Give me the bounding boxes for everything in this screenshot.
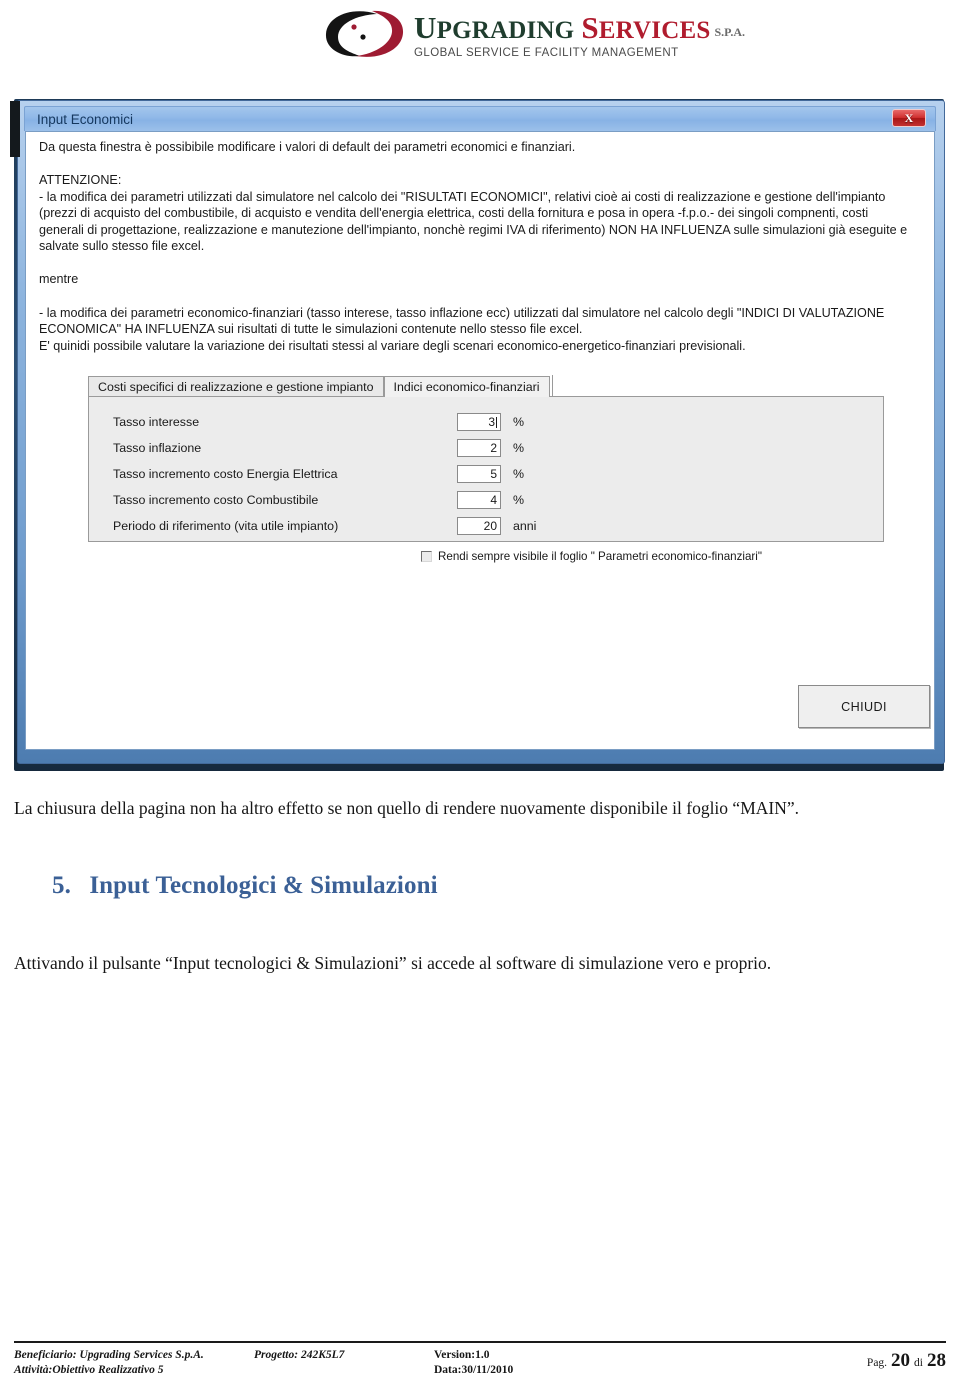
warning-line: generali di progettazione, realizzazione… [39, 222, 908, 237]
window-left-edge-accent [10, 101, 20, 157]
logo-word-upgrading: UPGRADING [414, 9, 575, 45]
footer-page-number: Pag. 20 di 28 [867, 1348, 946, 1372]
footer-beneficiario-column: Beneficiario: Upgrading Services S.p.A. … [14, 1348, 254, 1378]
label-periodo-riferimento: Periodo di riferimento (vita utile impia… [113, 519, 339, 533]
input-tasso-interesse[interactable]: 3 [457, 413, 501, 431]
logo-word-services: SERVICES [581, 9, 711, 45]
page-footer: Beneficiario: Upgrading Services S.p.A. … [14, 1348, 946, 1378]
footer-page-total: 28 [927, 1350, 946, 1371]
unit-tasso-inflazione: % [513, 441, 525, 455]
footer-data: Data:30/11/2010 [434, 1364, 514, 1376]
second-note-line: - la modifica dei parametri economico-fi… [39, 305, 885, 320]
label-incremento-energia-elettrica: Tasso incremento costo Energia Elettrica [113, 467, 338, 481]
form-row-combustibile: Tasso incremento costo Combustibile 4 % [89, 487, 885, 513]
warning-heading: ATTENZIONE: [39, 173, 122, 188]
unit-periodo-riferimento: anni [513, 519, 537, 533]
warning-line: (prezzi di acquisto del combustibile, di… [39, 206, 869, 221]
swoosh-logo-icon [325, 10, 404, 57]
close-icon[interactable]: X [892, 109, 926, 127]
paragraph-attivando: Attivando il pulsante “Input tecnologici… [14, 953, 772, 973]
input-incremento-combustibile[interactable]: 4 [457, 491, 501, 509]
footer-version: Version:1.0 [434, 1349, 490, 1361]
form-row-tasso-interesse: Tasso interesse 3 % [89, 409, 885, 435]
logo-wordmark: UPGRADING SERVICES S.P.A. GLOBAL SERVICE E… [414, 12, 745, 59]
dialog-client-area: Da questa finestra è possibibile modific… [25, 131, 935, 750]
tab-panel-indici: Tasso interesse 3 % Tasso inflazione 2 %… [88, 396, 884, 542]
unit-incremento-energia-elettrica: % [513, 467, 525, 481]
company-logo: UPGRADING SERVICES S.P.A. GLOBAL SERVICE E… [322, 8, 745, 62]
footer-page-prefix: Pag. [866, 1357, 888, 1369]
tab-indici-economico-finanziari[interactable]: Indici economico-finanziari [383, 376, 550, 397]
unit-incremento-combustibile: % [513, 493, 525, 507]
second-note-line: ECONOMICA" HA INFLUENZA sui risultati di… [39, 322, 583, 337]
form-row-tasso-inflazione: Tasso inflazione 2 % [89, 435, 885, 461]
heading-text: Input Tecnologici & Simulazioni [89, 872, 438, 899]
page-header-logo-band: UPGRADING SERVICES S.P.A. GLOBAL SERVICE E… [0, 0, 960, 78]
logo-suffix: S.P.A. [714, 24, 746, 39]
dialog-title: Input Economici [37, 111, 134, 127]
checkbox-label-rendi-visibile: Rendi sempre visibile il foglio " Parame… [438, 550, 762, 563]
tab-bar: Costi specifici di realizzazione e gesti… [88, 375, 553, 397]
label-tasso-interesse: Tasso interesse [113, 415, 200, 429]
logo-tagline: GLOBAL SERVICE E FACILITY MANAGEMENT [414, 46, 679, 59]
footer-divider [14, 1341, 946, 1343]
tab-costi-specifici[interactable]: Costi specifici di realizzazione e gesti… [88, 376, 384, 397]
tab-strip-end [550, 375, 553, 397]
input-tasso-inflazione[interactable]: 2 [457, 439, 501, 457]
second-note-line: E' quinidi possibile valutare la variazi… [39, 338, 746, 353]
unit-tasso-interesse: % [513, 415, 525, 429]
input-incremento-energia-elettrica[interactable]: 5 [457, 465, 501, 483]
checkbox-row-rendi-visibile[interactable]: Rendi sempre visibile il foglio " Parame… [421, 550, 762, 563]
heading-number: 5. [52, 872, 71, 899]
chiudi-button[interactable]: CHIUDI [798, 685, 930, 728]
dialog-description: Da questa finestra è possibibile modific… [39, 139, 923, 354]
footer-progetto-column: Progetto: 242K5L7 [254, 1348, 434, 1363]
dialog-titlebar[interactable]: Input Economici X [24, 106, 936, 131]
footer-page-current: 20 [891, 1350, 911, 1371]
label-tasso-inflazione: Tasso inflazione [113, 441, 202, 455]
form-row-energia-elettrica: Tasso incremento costo Energia Elettrica… [89, 461, 885, 487]
footer-progetto: Progetto: 242K5L7 [254, 1349, 345, 1361]
footer-beneficiario: Beneficiario: Upgrading Services S.p.A. [14, 1349, 204, 1361]
warning-line: - la modifica dei parametri utilizzati d… [39, 189, 886, 204]
footer-page-separator: di [914, 1357, 923, 1369]
footer-version-column: Version:1.0 Data:30/11/2010 [434, 1348, 734, 1378]
warning-line: salvate sullo stesso file excel. [39, 239, 205, 254]
mentre-text: mentre [39, 272, 79, 287]
footer-attivita: Attività:Obiettivo Realizzativo 5 [14, 1364, 164, 1376]
paragraph-chiusura: La chiusura della pagina non ha altro ef… [14, 798, 799, 818]
checkbox-rendi-visibile[interactable] [421, 551, 432, 562]
label-incremento-combustibile: Tasso incremento costo Combustibile [113, 493, 319, 507]
intro-text: Da questa finestra è possibibile modific… [39, 140, 576, 154]
page-title: 5. Input Tecnologici & Simulazioni [52, 872, 960, 900]
document-body: La chiusura della pagina non ha altro ef… [0, 790, 960, 978]
form-row-periodo-riferimento: Periodo di riferimento (vita utile impia… [89, 513, 885, 539]
input-periodo-riferimento[interactable]: 20 [457, 517, 501, 535]
